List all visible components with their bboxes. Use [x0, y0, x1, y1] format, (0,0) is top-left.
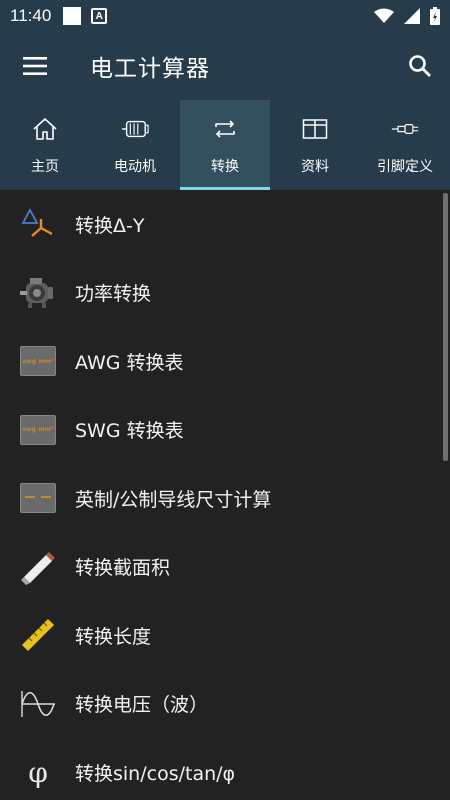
- tab-label-motor: 电动机: [114, 159, 156, 175]
- delta-y-icon: [21, 208, 53, 238]
- swg-table-icon: swg mm²: [20, 414, 56, 445]
- list-item-label: 功率转换: [75, 283, 152, 306]
- tab-convert[interactable]: 转换: [180, 100, 270, 190]
- list-item-voltage-wave[interactable]: 转换电压（波）: [0, 670, 450, 739]
- app-bar: 电工计算器: [0, 32, 450, 100]
- status-time: 11:40: [10, 6, 52, 25]
- tab-home[interactable]: 主页: [0, 100, 90, 190]
- notification-icon: [63, 7, 82, 25]
- signal-icon: [404, 8, 420, 24]
- list-item-wire-size[interactable]: 英制/公制导线尺寸计算: [0, 464, 450, 533]
- status-bar: 11:40 A: [0, 0, 450, 32]
- tab-label-pinout: 引脚定义: [377, 159, 433, 175]
- connector-icon: [391, 124, 419, 134]
- list-item-delta-y[interactable]: 转换Δ-Y: [0, 190, 450, 259]
- awg-table-icon: awg mm²: [20, 346, 56, 377]
- list-item-label: AWG 转换表: [75, 351, 184, 374]
- list-item-label: 转换sin/cos/tan/φ: [75, 762, 236, 785]
- tab-motor[interactable]: 电动机: [90, 100, 180, 190]
- tab-bar: 主页 电动机 转换 资料 引脚定义: [0, 100, 450, 190]
- voltage-wave-icon: [21, 690, 55, 717]
- tab-label-home: 主页: [31, 159, 59, 175]
- wire-size-icon: [20, 483, 56, 514]
- tab-label-convert: 转换: [211, 159, 239, 175]
- list-item-label: 英制/公制导线尺寸计算: [75, 488, 272, 511]
- list-item-label: 转换长度: [75, 625, 152, 648]
- phi-icon: φ: [28, 755, 48, 789]
- tab-data[interactable]: 资料: [270, 100, 360, 190]
- cable-section-icon: [21, 551, 55, 585]
- awg-badge-a: awg: [22, 357, 37, 365]
- convert-icon: [215, 120, 235, 138]
- list-item-label: 转换截面积: [75, 557, 171, 580]
- ruler-icon: [22, 619, 54, 652]
- tab-label-data: 资料: [301, 159, 329, 175]
- table-icon: [302, 119, 328, 139]
- list-item-label: 转换Δ-Y: [75, 214, 145, 237]
- list-item-length[interactable]: 转换长度: [0, 601, 450, 670]
- motor-icon: [121, 120, 149, 138]
- search-icon: [409, 55, 431, 77]
- notification-letter: A: [95, 10, 103, 22]
- search-button[interactable]: [404, 50, 436, 82]
- list-item-swg-table[interactable]: swg mm² SWG 转换表: [0, 396, 450, 465]
- scrollbar[interactable]: [443, 193, 448, 461]
- swg-badge-a: swg: [22, 426, 36, 434]
- motor-power-icon: [20, 277, 53, 308]
- battery-icon: [430, 7, 440, 25]
- list-item-trig[interactable]: φ 转换sin/cos/tan/φ: [0, 738, 450, 800]
- home-icon: [33, 118, 57, 140]
- list-item-power-convert[interactable]: 功率转换: [0, 259, 450, 328]
- hamburger-menu-icon: [23, 57, 47, 75]
- swg-badge-b: mm²: [38, 426, 54, 434]
- page-title: 电工计算器: [90, 56, 210, 82]
- menu-button[interactable]: [0, 32, 70, 100]
- list-item-label: 转换电压（波）: [75, 694, 209, 717]
- list-item-awg-table[interactable]: awg mm² AWG 转换表: [0, 327, 450, 396]
- conversion-list: 转换Δ-Y 功率转换 awg mm² AWG 转换表 swg mm² SWG 转…: [0, 190, 450, 800]
- notification-letter-icon: A: [91, 8, 108, 24]
- list-item-cross-section[interactable]: 转换截面积: [0, 533, 450, 602]
- tab-pinout[interactable]: 引脚定义: [360, 100, 450, 190]
- list-item-label: SWG 转换表: [75, 420, 184, 443]
- awg-badge-b: mm²: [38, 357, 54, 365]
- wifi-icon: [374, 8, 394, 23]
